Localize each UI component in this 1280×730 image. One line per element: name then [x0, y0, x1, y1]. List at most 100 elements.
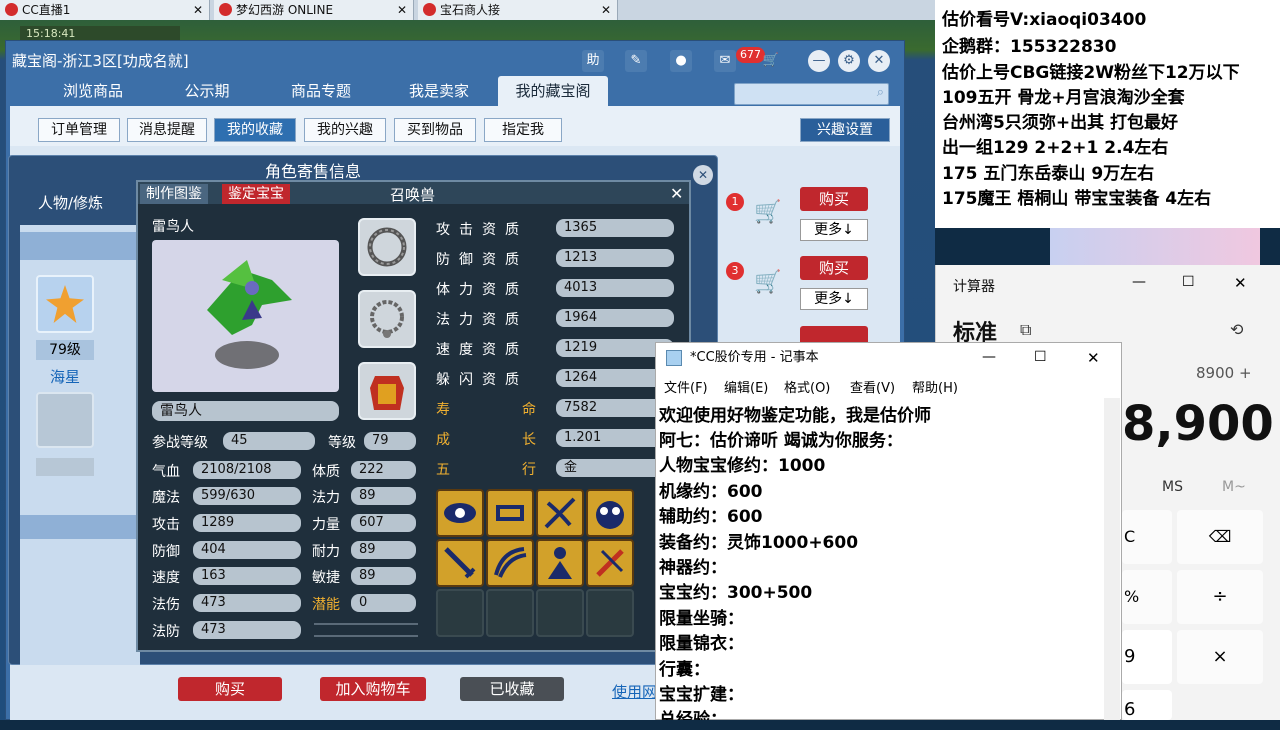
- menu-file[interactable]: 文件(F): [664, 377, 708, 396]
- notepad-line[interactable]: 宝宝扩建：: [659, 680, 744, 705]
- more-button[interactable]: 更多↓: [800, 219, 868, 241]
- maximize-button[interactable]: ☐: [1182, 274, 1195, 290]
- memory-store-button[interactable]: MS: [1162, 479, 1183, 495]
- skill-figure-icon[interactable]: [536, 539, 584, 587]
- maximize-button[interactable]: ☐: [1034, 349, 1047, 365]
- minimize-button[interactable]: —: [1132, 274, 1146, 290]
- interest-settings-button[interactable]: 兴趣设置: [800, 118, 890, 142]
- buy-button[interactable]: 购买: [800, 256, 868, 280]
- skill-sword-icon[interactable]: [436, 539, 484, 587]
- my-favorites-button[interactable]: 我的收藏: [214, 118, 296, 142]
- notepad-line[interactable]: 行囊：: [659, 655, 710, 680]
- backspace-button[interactable]: ⌫: [1177, 510, 1263, 564]
- notepad-line[interactable]: 欢迎使用好物鉴定功能，我是估价师: [659, 401, 931, 426]
- notepad-line[interactable]: 限量锦衣：: [659, 629, 744, 654]
- close-icon[interactable]: ✕: [601, 0, 611, 20]
- skill-wind-icon[interactable]: [486, 539, 534, 587]
- notepad-line[interactable]: 神器约：: [659, 553, 727, 578]
- tab-my-cangbaoge[interactable]: 我的藏宝阁: [498, 76, 608, 106]
- panel-title: 藏宝阁-浙江3区[功成名就]: [12, 52, 189, 70]
- minimize-button[interactable]: —: [982, 349, 996, 365]
- message-reminder-button[interactable]: 消息提醒: [127, 118, 207, 142]
- tab-seller[interactable]: 我是卖家: [384, 76, 494, 106]
- message-icon[interactable]: ✉: [714, 50, 736, 72]
- close-button[interactable]: ✕: [1087, 349, 1100, 367]
- close-panel-button[interactable]: ✕: [868, 50, 890, 72]
- digit-9-button[interactable]: 9: [1122, 630, 1172, 684]
- calculator-title: 计算器: [953, 279, 995, 295]
- aptitude-label: 防御资质: [436, 252, 528, 268]
- stat-label-2: 力量: [312, 517, 340, 533]
- close-button[interactable]: ✕: [1234, 274, 1247, 292]
- cart-icon[interactable]: 🛒: [754, 270, 784, 300]
- close-summon-button[interactable]: ✕: [670, 184, 683, 203]
- browser-tab-1[interactable]: CC直播1 ✕: [0, 0, 210, 20]
- clear-button[interactable]: C: [1122, 510, 1172, 564]
- ring-equipment-slot[interactable]: [358, 218, 416, 276]
- keep-on-top-icon[interactable]: ⧉: [1020, 320, 1031, 340]
- browser-tab-3[interactable]: 宝石商人接 ✕: [418, 0, 618, 20]
- menu-edit[interactable]: 编辑(E): [724, 377, 768, 396]
- notepad-line[interactable]: 人物宝宝修约：1000: [659, 451, 825, 476]
- notepad-line[interactable]: 机缘约：600: [659, 477, 763, 502]
- make-illustration-tab[interactable]: 制作图鉴: [140, 184, 208, 204]
- history-icon[interactable]: ⟲: [1230, 320, 1243, 339]
- skill-bow-icon[interactable]: [536, 489, 584, 537]
- pin-icon[interactable]: ✎: [625, 50, 647, 72]
- menu-help[interactable]: 帮助(H): [912, 377, 958, 396]
- minimize-button[interactable]: —: [808, 50, 830, 72]
- pet-name[interactable]: 海星: [36, 366, 94, 387]
- close-charwin-button[interactable]: ✕: [693, 165, 713, 185]
- skill-eye-icon[interactable]: [436, 489, 484, 537]
- use-web-link[interactable]: 使用网: [612, 681, 657, 702]
- close-icon[interactable]: ✕: [193, 0, 203, 20]
- order-management-button[interactable]: 订单管理: [38, 118, 120, 142]
- memory-list-button[interactable]: M~: [1222, 479, 1246, 495]
- buy-button[interactable]: 购买: [178, 677, 282, 701]
- tab-topics[interactable]: 商品专题: [266, 76, 376, 106]
- buy-button[interactable]: 购买: [800, 187, 868, 211]
- multiply-button[interactable]: ×: [1177, 630, 1263, 684]
- pet-avatar[interactable]: [36, 275, 94, 333]
- cart-icon[interactable]: 🛒: [754, 200, 784, 230]
- skill-weapon-icon[interactable]: [586, 539, 634, 587]
- notepad-line[interactable]: 阿七：估价谛听 竭诚为你服务：: [659, 426, 903, 451]
- tab-character-cultivation[interactable]: 人物/修炼: [20, 185, 130, 221]
- add-to-cart-button[interactable]: 加入购物车: [320, 677, 426, 701]
- stat-label-2: 耐力: [312, 544, 340, 560]
- armor-equipment-slot[interactable]: [358, 362, 416, 420]
- notepad-line[interactable]: 装备约：灵饰1000+600: [659, 528, 858, 553]
- ornament-divider: [314, 623, 418, 637]
- menu-format[interactable]: 格式(O): [784, 377, 830, 396]
- skill-owl-icon[interactable]: [586, 489, 634, 537]
- skill-scroll-icon[interactable]: [486, 489, 534, 537]
- settings-gear-icon[interactable]: ⚙: [838, 50, 860, 72]
- cart-icon[interactable]: 🛒: [760, 50, 782, 72]
- buy-button-partial[interactable]: [800, 326, 868, 342]
- menu-view[interactable]: 查看(V): [850, 377, 895, 396]
- empty-pet-slot[interactable]: [36, 392, 94, 448]
- my-interests-button[interactable]: 我的兴趣: [304, 118, 386, 142]
- notepad-line[interactable]: 宝宝约：300+500: [659, 578, 812, 603]
- digit-6-button[interactable]: 6: [1122, 690, 1172, 720]
- identify-pet-tab[interactable]: 鉴定宝宝: [222, 184, 290, 204]
- notepad-line[interactable]: 辅助约：600: [659, 502, 763, 527]
- search-input[interactable]: ⌕: [734, 83, 889, 105]
- collected-button[interactable]: 已收藏: [460, 677, 564, 701]
- stat-value: 404: [193, 541, 301, 559]
- tab-browse[interactable]: 浏览商品: [38, 76, 148, 106]
- help-button[interactable]: 助: [582, 50, 604, 72]
- more-button[interactable]: 更多↓: [800, 288, 868, 310]
- notepad-line[interactable]: 限量坐骑：: [659, 604, 744, 629]
- percent-button[interactable]: %: [1122, 570, 1172, 624]
- browser-tab-2[interactable]: 梦幻西游 ONLINE ✕: [214, 0, 414, 20]
- divide-button[interactable]: ÷: [1177, 570, 1263, 624]
- notepad-line[interactable]: 总经验：: [659, 705, 727, 720]
- record-icon[interactable]: ●: [670, 50, 692, 72]
- purchased-items-button[interactable]: 买到物品: [394, 118, 476, 142]
- necklace-equipment-slot[interactable]: [358, 290, 416, 348]
- designated-me-button[interactable]: 指定我: [484, 118, 562, 142]
- close-icon[interactable]: ✕: [397, 0, 407, 20]
- notepad-scrollbar[interactable]: [1104, 398, 1120, 720]
- tab-publicity[interactable]: 公示期: [152, 76, 262, 106]
